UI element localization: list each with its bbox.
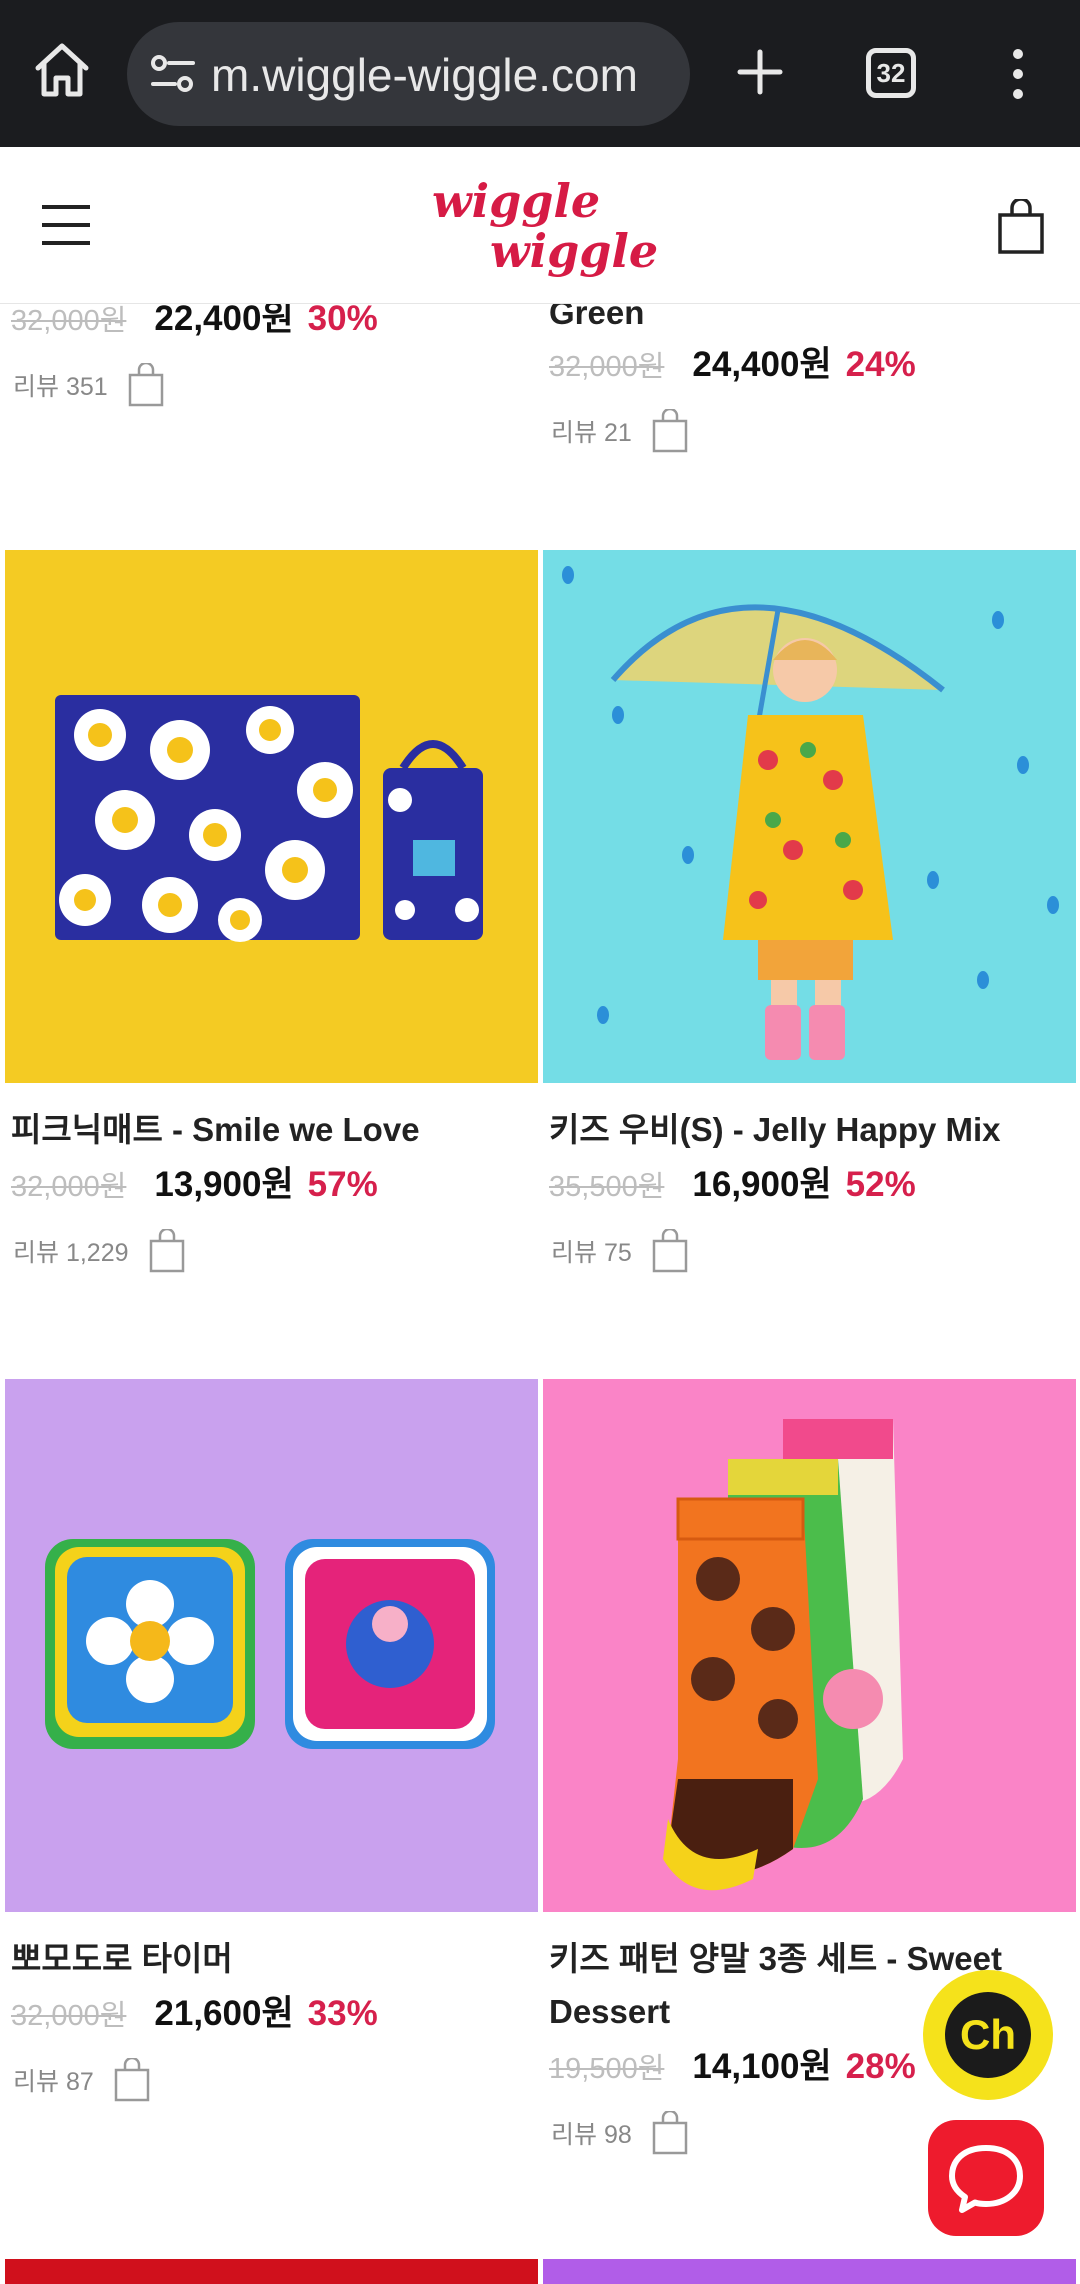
product-image-next-right[interactable] — [543, 2259, 1076, 2284]
original-price: 32,000원 — [549, 351, 665, 383]
sale-price: 21,600원 — [154, 1994, 294, 2033]
review-row: 리뷰 351 — [5, 352, 538, 418]
price-row: 32,000원 24,400원 24% — [543, 336, 1076, 398]
review-count: 리뷰 87 — [13, 2068, 94, 2096]
original-price: 19,500원 — [549, 2053, 665, 2085]
cart-add-icon[interactable] — [114, 2058, 150, 2102]
more-menu-icon[interactable] — [1001, 46, 1035, 102]
product-card[interactable]: 뽀모도로 타이머 32,000원 21,600원 33% 리뷰 87 — [5, 1379, 538, 2113]
product-grid: 32,000원 22,400원 30% 리뷰 351 Green 32,000원… — [0, 304, 1080, 2284]
home-icon[interactable] — [30, 38, 94, 102]
price-row: 35,500원 16,900원 52% — [543, 1156, 1076, 1218]
channel-chat-button[interactable]: Ch — [923, 1970, 1053, 2100]
original-price: 32,000원 — [11, 2000, 127, 2032]
kids-socks-illustration — [663, 1419, 903, 1891]
product-name[interactable]: Green — [543, 304, 1076, 336]
wiggle-wiggle-logo[interactable]: wiggle wiggle — [420, 167, 660, 282]
product-image-next-left[interactable] — [5, 2259, 538, 2284]
discount-rate: 33% — [307, 1994, 378, 2033]
chat-bubble-icon — [949, 2145, 1023, 2213]
browser-toolbar: m.wiggle-wiggle.com 32 — [0, 0, 1080, 147]
cart-add-icon[interactable] — [652, 1229, 688, 1273]
logo-line2: wiggle — [490, 224, 658, 278]
price-row: 32,000원 22,400원 30% — [5, 304, 538, 352]
url-text[interactable]: m.wiggle-wiggle.com — [211, 48, 676, 102]
product-image-pomodoro-timer[interactable] — [5, 1379, 538, 1912]
logo-line1: wiggle — [432, 174, 600, 228]
product-card[interactable]: 32,000원 22,400원 30% 리뷰 351 — [5, 304, 538, 418]
review-count: 리뷰 75 — [551, 1239, 632, 1267]
cart-add-icon[interactable] — [128, 363, 164, 407]
discount-rate: 30% — [307, 304, 378, 338]
review-count: 리뷰 1,229 — [13, 1239, 129, 1267]
pomodoro-timer-illustration — [45, 1539, 495, 1749]
review-row: 리뷰 75 — [543, 1218, 1076, 1284]
picnic-mat-illustration — [55, 695, 483, 942]
sale-price: 22,400원 — [154, 304, 294, 338]
sale-price: 16,900원 — [692, 1165, 832, 1204]
product-name[interactable]: 뽀모도로 타이머 — [5, 1932, 538, 1985]
kids-raincoat-illustration — [562, 566, 1059, 1060]
review-count: 리뷰 21 — [551, 419, 632, 447]
discount-rate: 57% — [307, 1165, 378, 1204]
shopping-bag-icon[interactable] — [997, 199, 1045, 255]
product-image-kids-raincoat[interactable] — [543, 550, 1076, 1083]
review-row: 리뷰 87 — [5, 2047, 538, 2113]
cart-add-icon[interactable] — [652, 2111, 688, 2155]
sale-price: 14,100원 — [692, 2047, 832, 2086]
review-count: 리뷰 98 — [551, 2121, 632, 2149]
product-name[interactable]: 키즈 우비(S) - Jelly Happy Mix — [543, 1103, 1076, 1156]
review-row: 리뷰 1,229 — [5, 1218, 538, 1284]
product-name[interactable]: 피크닉매트 - Smile we Love — [5, 1103, 538, 1156]
price-row: 32,000원 13,900원 57% — [5, 1156, 538, 1218]
original-price: 32,000원 — [11, 305, 127, 337]
tab-switcher-icon[interactable]: 32 — [866, 48, 916, 98]
discount-rate: 24% — [845, 345, 916, 384]
discount-rate: 28% — [845, 2047, 916, 2086]
sale-price: 24,400원 — [692, 345, 832, 384]
sale-price: 13,900원 — [154, 1165, 294, 1204]
site-settings-icon[interactable] — [149, 52, 197, 96]
new-tab-icon[interactable] — [728, 40, 792, 104]
hamburger-menu-icon[interactable] — [40, 202, 92, 248]
original-price: 35,500원 — [549, 1171, 665, 1203]
review-count: 리뷰 351 — [13, 373, 108, 401]
cart-add-icon[interactable] — [149, 1229, 185, 1273]
review-row: 리뷰 21 — [543, 398, 1076, 464]
discount-rate: 52% — [845, 1165, 916, 1204]
product-card[interactable]: 키즈 우비(S) - Jelly Happy Mix 35,500원 16,90… — [543, 550, 1076, 1284]
talk-chat-button[interactable] — [928, 2120, 1044, 2236]
product-image-kids-socks[interactable] — [543, 1379, 1076, 1912]
product-image-picnic-mat[interactable] — [5, 550, 538, 1083]
site-header: wiggle wiggle — [0, 147, 1080, 304]
price-row: 32,000원 21,600원 33% — [5, 1985, 538, 2047]
product-card[interactable]: Green 32,000원 24,400원 24% 리뷰 21 — [543, 304, 1076, 464]
channel-chat-label: Ch — [945, 1992, 1031, 2078]
cart-add-icon[interactable] — [652, 409, 688, 453]
address-bar[interactable]: m.wiggle-wiggle.com — [127, 22, 690, 126]
original-price: 32,000원 — [11, 1171, 127, 1203]
product-card[interactable]: 피크닉매트 - Smile we Love 32,000원 13,900원 57… — [5, 550, 538, 1284]
